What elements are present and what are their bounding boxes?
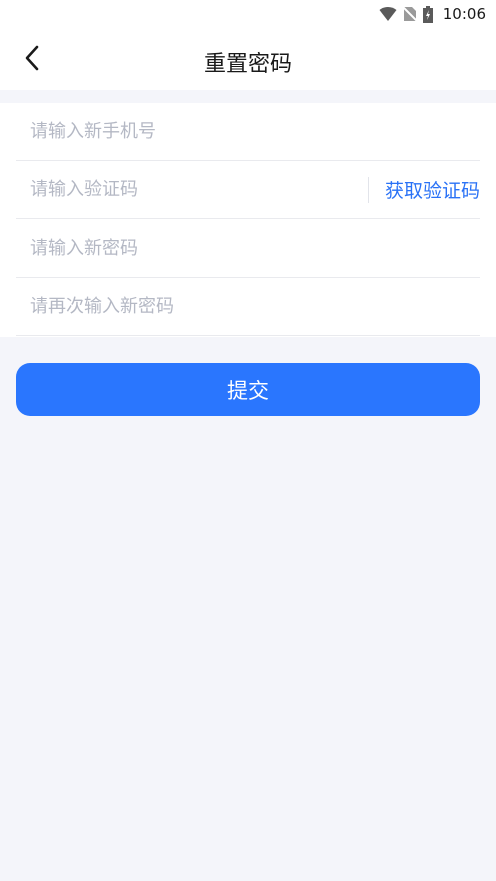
phone-row: [16, 103, 480, 161]
status-bar: 10:06: [0, 0, 496, 28]
confirm-password-input[interactable]: [16, 278, 480, 335]
verification-code-input[interactable]: [16, 161, 368, 218]
battery-charging-icon: [422, 5, 433, 23]
new-password-input[interactable]: [16, 220, 480, 277]
reset-password-form: 获取验证码: [0, 103, 496, 337]
wifi-icon: [379, 6, 397, 22]
phone-input[interactable]: [16, 103, 480, 160]
divider: [367, 176, 369, 203]
no-sim-icon: [402, 6, 417, 22]
page-title: 重置密码: [203, 52, 292, 77]
submit-button[interactable]: 提交: [16, 363, 480, 416]
password-row: [16, 220, 480, 278]
status-time: 10:06: [442, 5, 486, 23]
get-code-button[interactable]: 获取验证码: [385, 176, 480, 203]
nav-bar: 重置密码: [0, 28, 496, 90]
confirm-password-row: [16, 278, 480, 336]
code-row: 获取验证码: [16, 161, 480, 219]
